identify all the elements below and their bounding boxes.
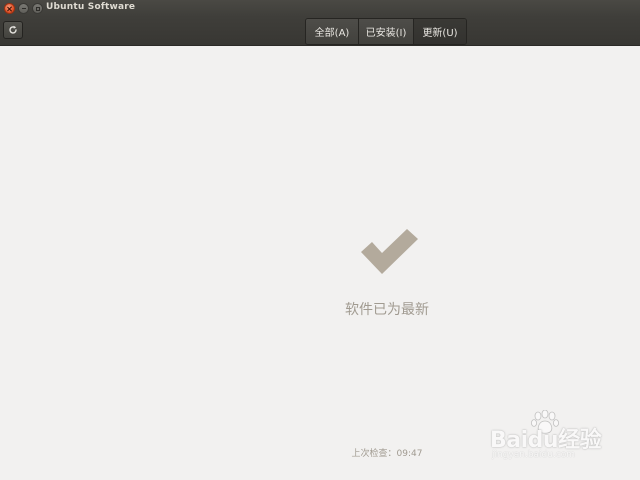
minimize-window-button[interactable] xyxy=(18,3,29,14)
refresh-button[interactable] xyxy=(3,21,23,39)
header-toolbar: 全部(A) 已安装(I) 更新(U) xyxy=(0,17,640,46)
paw-icon xyxy=(531,410,559,434)
maximize-window-button[interactable] xyxy=(32,3,43,14)
tab-all[interactable]: 全部(A) xyxy=(306,19,358,44)
title-bar: Ubuntu Software xyxy=(0,0,640,17)
tab-installed[interactable]: 已安装(I) xyxy=(358,19,413,44)
refresh-icon xyxy=(9,25,17,34)
checkmark-icon xyxy=(361,229,418,274)
tab-updates[interactable]: 更新(U) xyxy=(413,19,466,44)
window-controls xyxy=(4,3,43,14)
last-check-label: 上次检查： xyxy=(351,449,397,459)
last-check-info: 上次检查：09:47 xyxy=(0,446,640,459)
last-check-time: 09:47 xyxy=(396,449,423,459)
ubuntu-software-window: Ubuntu Software 全部(A) 已安装(I) 更新(U) 软件已为最… xyxy=(0,0,640,480)
view-switcher: 全部(A) 已安装(I) 更新(U) xyxy=(305,18,467,45)
updates-page: 软件已为最新 上次检查：09:47 Baidu经验 jingyan.baidu.… xyxy=(0,46,640,480)
up-to-date-message: 软件已为最新 xyxy=(345,302,429,318)
close-window-button[interactable] xyxy=(4,3,15,14)
window-title: Ubuntu Software xyxy=(46,2,136,12)
